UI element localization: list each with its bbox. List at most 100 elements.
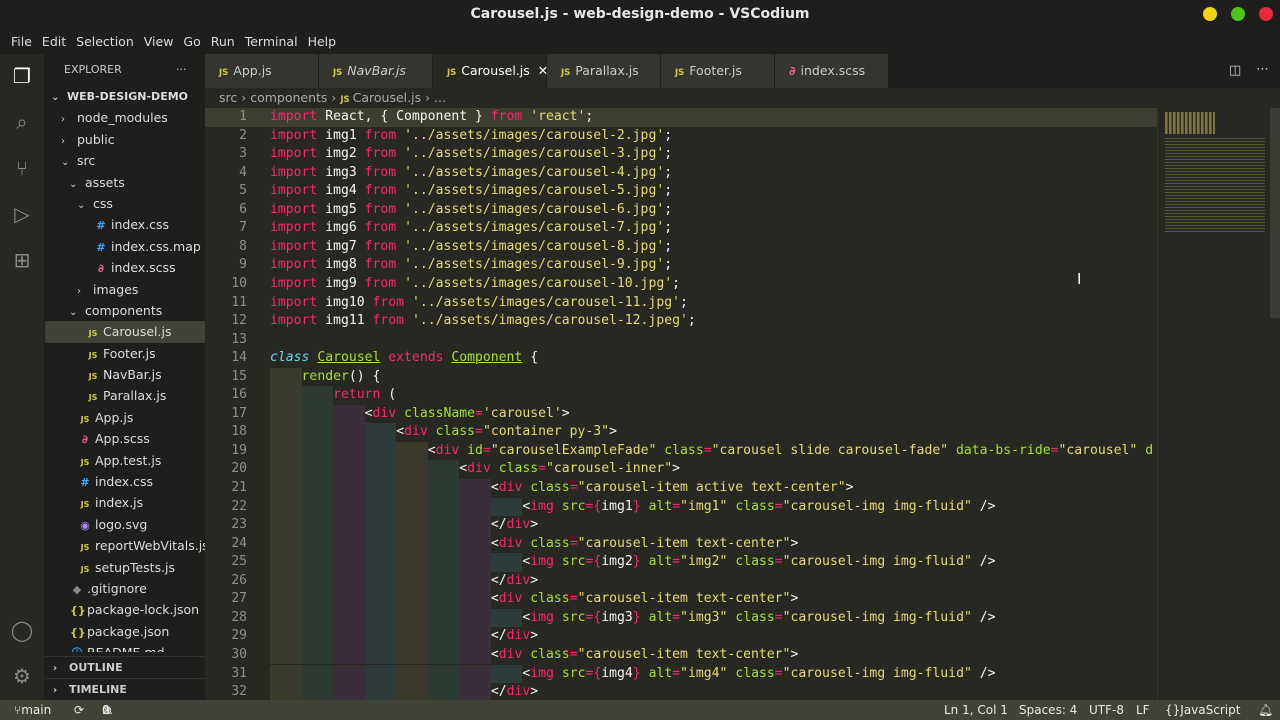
settings-gear-icon[interactable]: ⚙	[10, 664, 34, 688]
menu-terminal[interactable]: Terminal	[240, 30, 303, 54]
tab-parallax-js[interactable]: JS Parallax.js	[547, 54, 661, 88]
encoding[interactable]: UTF-8	[1089, 700, 1124, 720]
file-item[interactable]: # index.css	[45, 214, 205, 235]
file-item[interactable]: ⓘREADME.md	[45, 642, 205, 652]
maximize-button[interactable]	[1231, 7, 1245, 21]
file-item[interactable]: ◆ .gitignore	[45, 578, 205, 599]
file-item[interactable]: JS index.js	[45, 492, 205, 513]
explorer-icon[interactable]: ❐	[10, 64, 34, 88]
breadcrumb-item[interactable]: Carousel.js	[353, 90, 421, 105]
account-icon[interactable]: ◯	[10, 618, 34, 642]
language-mode[interactable]: {} JavaScript	[1165, 700, 1240, 720]
code-line: 2 import img1 from '../assets/images/caro…	[205, 127, 1157, 146]
line-ending[interactable]: LF	[1136, 700, 1150, 720]
code-token: from	[364, 146, 397, 162]
line-number: 13	[231, 331, 247, 347]
folder-item[interactable]: › images	[45, 279, 205, 300]
code-token: '../assets/images/carousel-3.jpg'	[404, 146, 665, 162]
code-line: 20 <div class="carousel-inner">	[205, 460, 1157, 479]
code-text: import img9 from '../assets/images/carou…	[270, 275, 680, 294]
timeline-section[interactable]: › TIMELINE	[45, 678, 205, 700]
tab-app-js[interactable]: JS App.js	[205, 54, 319, 88]
code-text: <div class="container py-3">	[270, 423, 617, 442]
minimize-button[interactable]	[1203, 7, 1217, 21]
breadcrumb-separator: ›	[237, 90, 251, 105]
vertical-scrollbar[interactable]	[1270, 108, 1280, 318]
tab-index-scss[interactable]: ∂ index.scss	[775, 54, 889, 88]
code-editor[interactable]: 1 import React, { Component } from 'react…	[205, 108, 1157, 700]
branch-indicator[interactable]: ⑂ main	[14, 700, 51, 720]
file-item[interactable]: JS reportWebVitals.js	[45, 535, 205, 556]
file-item[interactable]: {}package-lock.json	[45, 599, 205, 620]
breadcrumb-item[interactable]: ...	[434, 90, 446, 105]
indent-guide	[333, 664, 365, 684]
breadcrumb-item[interactable]: src	[219, 90, 237, 105]
indent-guide	[333, 645, 365, 665]
folder-item[interactable]: › public	[45, 129, 205, 150]
code-token: ;	[664, 164, 673, 180]
breadcrumb-item[interactable]: components	[250, 90, 327, 105]
menu-file[interactable]: File	[6, 30, 37, 54]
folder-item[interactable]: ⌄ assets	[45, 172, 205, 193]
line-number: 16	[231, 387, 247, 403]
workspace-root[interactable]: ⌄ WEB-DESIGN-DEMO	[45, 86, 205, 107]
file-item[interactable]: JS NavBar.js	[45, 364, 205, 385]
line-number: 29	[231, 628, 247, 644]
search-icon[interactable]: ⌕	[10, 110, 34, 134]
file-item[interactable]: # index.css	[45, 471, 205, 492]
close-window-button[interactable]	[1259, 7, 1273, 21]
menu-edit[interactable]: Edit	[37, 30, 71, 54]
file-item[interactable]: # index.css.map	[45, 236, 205, 257]
file-item[interactable]: JS setupTests.js	[45, 557, 205, 578]
minimap[interactable]	[1157, 108, 1270, 700]
extensions-icon[interactable]: ⊞	[10, 248, 34, 272]
folder-item[interactable]: ⌄ components	[45, 300, 205, 321]
menu-run[interactable]: Run	[206, 30, 240, 54]
file-item[interactable]: JS App.js	[45, 407, 205, 428]
code-token: from	[364, 238, 397, 254]
code-token: img7	[317, 238, 365, 254]
file-item[interactable]: ◉ logo.svg	[45, 514, 205, 535]
menu-view[interactable]: View	[139, 30, 179, 54]
line-number: 18	[231, 424, 247, 440]
code-line: 15 render() {	[205, 367, 1157, 387]
breadcrumb-separator: ›	[327, 90, 341, 105]
file-item[interactable]: JS App.test.js	[45, 450, 205, 471]
more-actions-button[interactable]: ···	[176, 54, 187, 86]
file-item[interactable]: ∂ App.scss	[45, 428, 205, 449]
js-file-icon: JS	[80, 500, 90, 510]
sync-icon[interactable]: ⟳	[74, 700, 84, 720]
file-item[interactable]: ∂ index.scss	[45, 257, 205, 278]
source-control-icon[interactable]: ⑂	[10, 156, 34, 180]
notifications-bell-icon[interactable]: 🔔︎	[1258, 700, 1273, 720]
code-token: />	[971, 554, 996, 570]
more-actions-icon[interactable]: ⋯	[1256, 62, 1269, 77]
file-item[interactable]: JS Parallax.js	[45, 385, 205, 406]
split-editor-icon[interactable]: ◫	[1229, 63, 1241, 78]
line-number: 19	[231, 442, 247, 458]
file-item[interactable]: JS Carousel.js	[45, 321, 205, 343]
folder-item[interactable]: ⌄ css	[45, 193, 205, 214]
cursor-position[interactable]: Ln 1, Col 1	[944, 700, 1008, 720]
tab-footer-js[interactable]: JS Footer.js	[661, 54, 775, 88]
tab-carousel-js[interactable]: JS Carousel.js ✕	[433, 54, 548, 88]
menu-help[interactable]: Help	[303, 30, 342, 54]
indent-guide	[270, 571, 302, 591]
file-item[interactable]: {}package.json	[45, 621, 205, 642]
json-file-icon: {}	[70, 625, 86, 639]
run-debug-icon[interactable]: ▷	[10, 202, 34, 226]
folder-item[interactable]: › node_modules	[45, 107, 205, 128]
tab-navbar-js[interactable]: JS NavBar.js	[319, 54, 433, 88]
file-item[interactable]: JS Footer.js	[45, 343, 205, 364]
menu-selection[interactable]: Selection	[71, 30, 139, 54]
indent-guide	[364, 590, 397, 609]
code-token: alt	[648, 554, 673, 570]
indent-guide	[270, 683, 302, 700]
indentation[interactable]: Spaces: 4	[1019, 700, 1077, 720]
outline-section[interactable]: › OUTLINE	[45, 656, 205, 678]
folder-item[interactable]: ⌄ src	[45, 150, 205, 171]
code-token: src	[561, 665, 586, 681]
menu-go[interactable]: Go	[178, 30, 205, 54]
